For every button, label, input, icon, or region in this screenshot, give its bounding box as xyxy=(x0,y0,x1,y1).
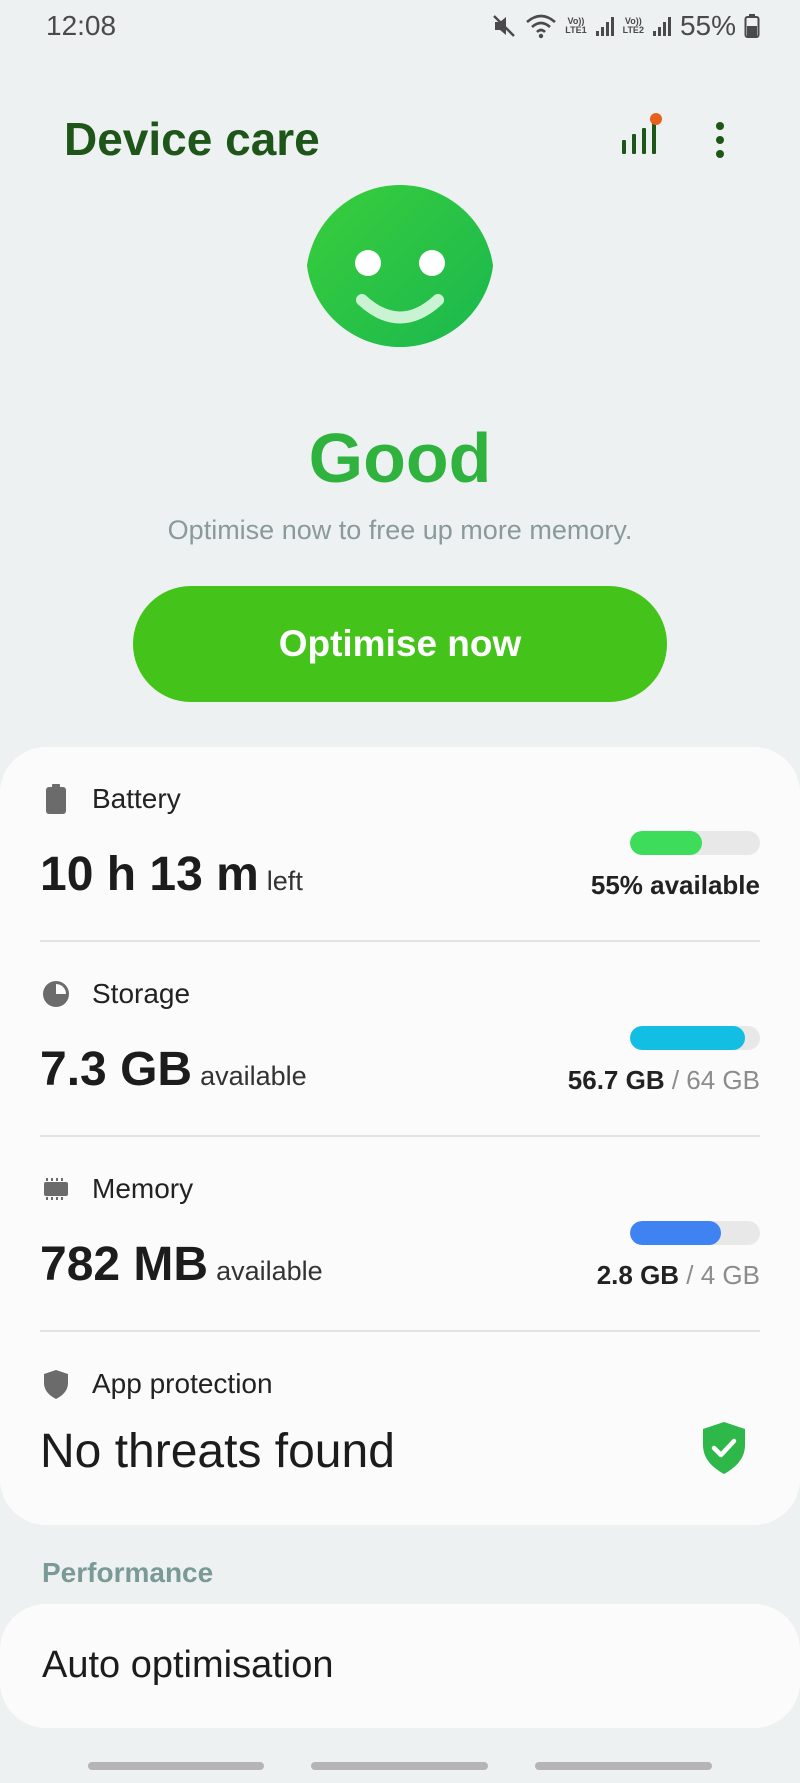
memory-used: 2.8 GB xyxy=(596,1260,680,1290)
storage-usage-fill xyxy=(630,1026,746,1050)
app-protection-value: No threats found xyxy=(40,1424,395,1479)
status-time: 12:08 xyxy=(46,10,117,41)
storage-used: 56.7 GB xyxy=(567,1065,665,1095)
signal-sim2-icon xyxy=(652,15,672,37)
app-protection-label: App protection xyxy=(92,1368,273,1399)
memory-row[interactable]: Memory 782 MB available 2.8 GB / 4 GB xyxy=(40,1137,760,1330)
storage-usage-bar xyxy=(630,1026,760,1050)
storage-separator: / xyxy=(664,1065,687,1095)
signal-sim1-icon xyxy=(595,15,615,37)
battery-label: Battery xyxy=(92,783,181,814)
status-icons: Vo)) LTE1 Vo)) LTE2 55% xyxy=(491,8,760,44)
overall-status: Good xyxy=(308,419,492,497)
memory-row-head: Memory xyxy=(40,1173,193,1205)
storage-available-value: 7.3 GB xyxy=(40,1043,193,1096)
battery-percent: 55% xyxy=(679,10,736,41)
memory-value: 782 MB available xyxy=(40,1237,323,1292)
smiley-face-icon xyxy=(306,185,494,347)
battery-time-left: 10 h 13 m xyxy=(40,848,259,901)
battery-icon xyxy=(40,783,72,815)
memory-caption: 2.8 GB / 4 GB xyxy=(597,1260,760,1291)
wifi-icon xyxy=(525,12,557,40)
app-protection-row[interactable]: App protection No threats found xyxy=(40,1332,760,1525)
battery-suffix: left xyxy=(266,866,303,896)
nav-home-button[interactable] xyxy=(311,1762,488,1770)
memory-chip-icon xyxy=(40,1173,72,1205)
optimise-now-button[interactable]: Optimise now xyxy=(133,586,667,702)
memory-usage-fill xyxy=(630,1221,721,1245)
status-bar: 12:08 Vo)) LTE1 Vo)) LTE2 55% xyxy=(0,0,800,52)
memory-separator: / xyxy=(679,1260,701,1290)
memory-available-value: 782 MB xyxy=(40,1238,209,1291)
battery-level-fill xyxy=(630,831,702,855)
memory-suffix: available xyxy=(216,1256,323,1286)
app-protection-status: No threats found xyxy=(40,1425,395,1478)
status-hint: Optimise now to free up more memory. xyxy=(167,515,633,545)
storage-total: 64 GB xyxy=(686,1065,760,1095)
battery-level-bar xyxy=(630,831,760,855)
storage-label: Storage xyxy=(92,978,191,1009)
nav-back-button[interactable] xyxy=(535,1762,712,1770)
storage-caption: 56.7 GB / 64 GB xyxy=(568,1065,760,1096)
shield-icon xyxy=(40,1368,72,1400)
auto-optimisation-label: Auto optimisation xyxy=(42,1644,334,1686)
nav-recents-button[interactable] xyxy=(88,1762,264,1770)
battery-icon xyxy=(744,13,760,39)
battery-available-text: 55% available xyxy=(590,870,760,900)
performance-section-title: Performance xyxy=(42,1557,214,1588)
storage-row[interactable]: Storage 7.3 GB available 56.7 GB / 64 GB xyxy=(40,942,760,1135)
memory-usage-bar xyxy=(630,1221,760,1245)
more-options-button[interactable] xyxy=(696,110,744,166)
mute-icon xyxy=(491,13,517,39)
app-protection-row-head: App protection xyxy=(40,1368,273,1400)
memory-total: 4 GB xyxy=(700,1260,760,1290)
sim2-indicator: Vo)) LTE2 xyxy=(622,16,644,35)
more-options-icon xyxy=(716,122,724,158)
page-title: Device care xyxy=(64,113,320,165)
diagnostics-button[interactable] xyxy=(614,110,670,166)
diagnostics-signal-icon xyxy=(622,113,662,154)
device-care-screen: 12:08 Vo)) LTE1 Vo)) LTE2 55% Device car… xyxy=(0,0,800,1783)
battery-value: 10 h 13 m left xyxy=(40,847,303,902)
storage-row-head: Storage xyxy=(40,978,190,1010)
status-face xyxy=(306,185,494,373)
battery-row[interactable]: Battery 10 h 13 m left 55% available xyxy=(40,747,760,940)
shield-check-icon xyxy=(703,1422,745,1474)
sim1-indicator: Vo)) LTE1 xyxy=(565,16,587,35)
battery-row-head: Battery xyxy=(40,783,181,815)
storage-pie-icon xyxy=(40,978,72,1010)
memory-label: Memory xyxy=(92,1173,194,1204)
auto-optimisation-card[interactable]: Auto optimisation xyxy=(0,1604,800,1728)
storage-value: 7.3 GB available xyxy=(40,1042,307,1097)
device-status-card: Battery 10 h 13 m left 55% available Sto… xyxy=(0,747,800,1525)
battery-caption: 55% available xyxy=(591,870,760,901)
storage-suffix: available xyxy=(200,1061,307,1091)
